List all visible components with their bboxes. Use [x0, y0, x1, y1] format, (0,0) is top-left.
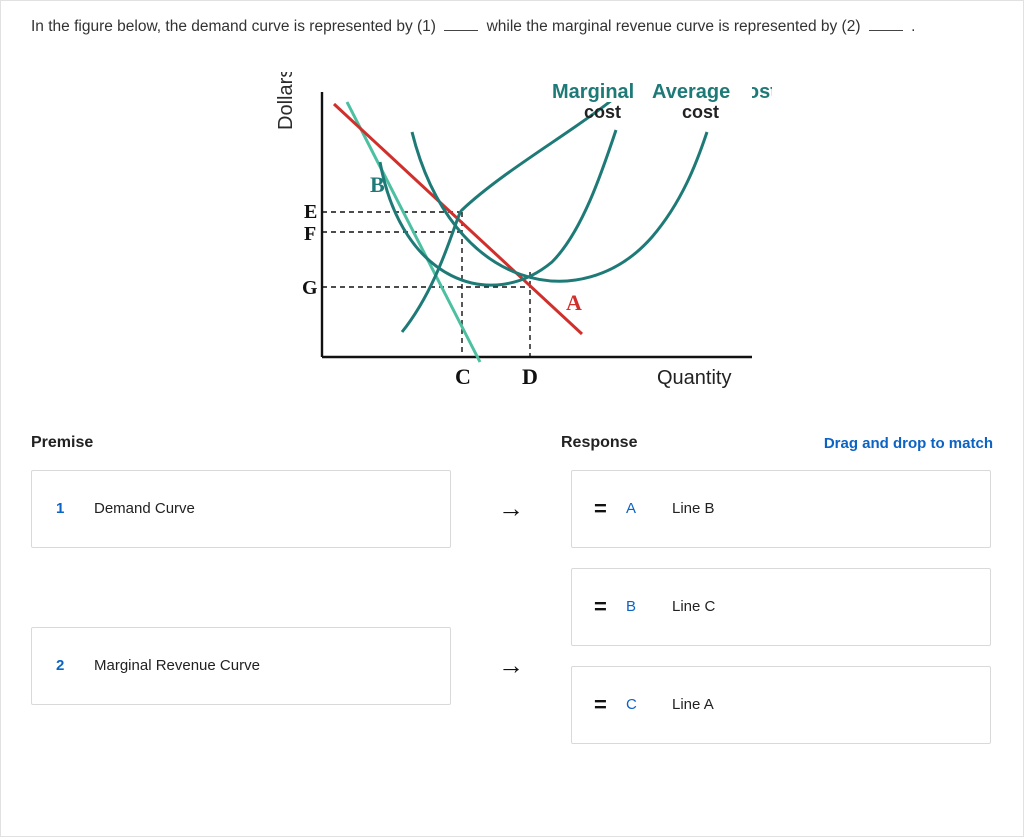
label-ac-sub: cost: [682, 102, 719, 122]
xlabel: Quantity: [657, 367, 731, 389]
match-row-2: 2 Marginal Revenue Curve → = B Line C = …: [31, 568, 993, 764]
label-b: B: [370, 172, 385, 197]
response-stack: = B Line C = C Line A: [571, 568, 991, 744]
premise-num: 1: [56, 500, 94, 517]
chart-wrap: Dollars E F G C D Quantity: [31, 72, 993, 412]
response-letter: C: [626, 696, 672, 713]
xtick-c: C: [455, 364, 471, 389]
drag-handle-icon[interactable]: =: [594, 496, 626, 522]
response-label: Line A: [672, 696, 714, 713]
ytick-e: E: [304, 201, 317, 223]
question-prefix: In the figure below, the demand curve is…: [31, 18, 436, 35]
header-drag-hint: Drag and drop to match: [824, 435, 993, 452]
header-response: Response: [561, 434, 781, 452]
question-text: In the figure below, the demand curve is…: [31, 15, 993, 40]
match-headers: Premise Response Drag and drop to match: [31, 434, 993, 452]
chart: Dollars E F G C D Quantity: [252, 72, 772, 412]
label-mc-sub: cost: [584, 102, 621, 122]
ytick-f: F: [304, 223, 316, 245]
premise-label: Marginal Revenue Curve: [94, 657, 260, 674]
response-label: Line B: [672, 500, 715, 517]
premise-card-2: 2 Marginal Revenue Curve: [31, 627, 451, 705]
arrow-icon: →: [451, 650, 571, 681]
blank-1: [444, 16, 478, 31]
ylabel: Dollars: [275, 72, 297, 130]
premise-card-1: 1 Demand Curve: [31, 470, 451, 548]
blank-2: [869, 16, 903, 31]
response-label: Line C: [672, 598, 715, 615]
drag-handle-icon[interactable]: =: [594, 692, 626, 718]
question-page: In the figure below, the demand curve is…: [0, 0, 1024, 837]
chart-svg: Dollars E F G C D Quantity: [252, 72, 772, 412]
response-card-c[interactable]: = C Line A: [571, 666, 991, 744]
response-letter: B: [626, 598, 672, 615]
label-mc-word: Marginal: [552, 81, 634, 103]
premise-label: Demand Curve: [94, 500, 195, 517]
match-row-1: 1 Demand Curve → = A Line B: [31, 470, 993, 548]
response-card-b[interactable]: = B Line C: [571, 568, 991, 646]
ytick-g: G: [302, 277, 318, 299]
question-mid: while the marginal revenue curve is repr…: [487, 18, 861, 35]
premise-num: 2: [56, 657, 94, 674]
label-a: A: [566, 290, 582, 315]
xtick-d: D: [522, 364, 538, 389]
curve-marginal-cost: [380, 130, 616, 285]
curve-average-cost: [412, 132, 707, 281]
response-letter: A: [626, 500, 672, 517]
header-premise: Premise: [31, 434, 561, 452]
question-suffix: .: [911, 18, 915, 35]
match-rows: 1 Demand Curve → = A Line B 2 Marginal R…: [31, 470, 993, 764]
label-ac-word: Average: [652, 81, 730, 103]
response-card-a[interactable]: = A Line B: [571, 470, 991, 548]
drag-handle-icon[interactable]: =: [594, 594, 626, 620]
arrow-icon: →: [451, 493, 571, 524]
